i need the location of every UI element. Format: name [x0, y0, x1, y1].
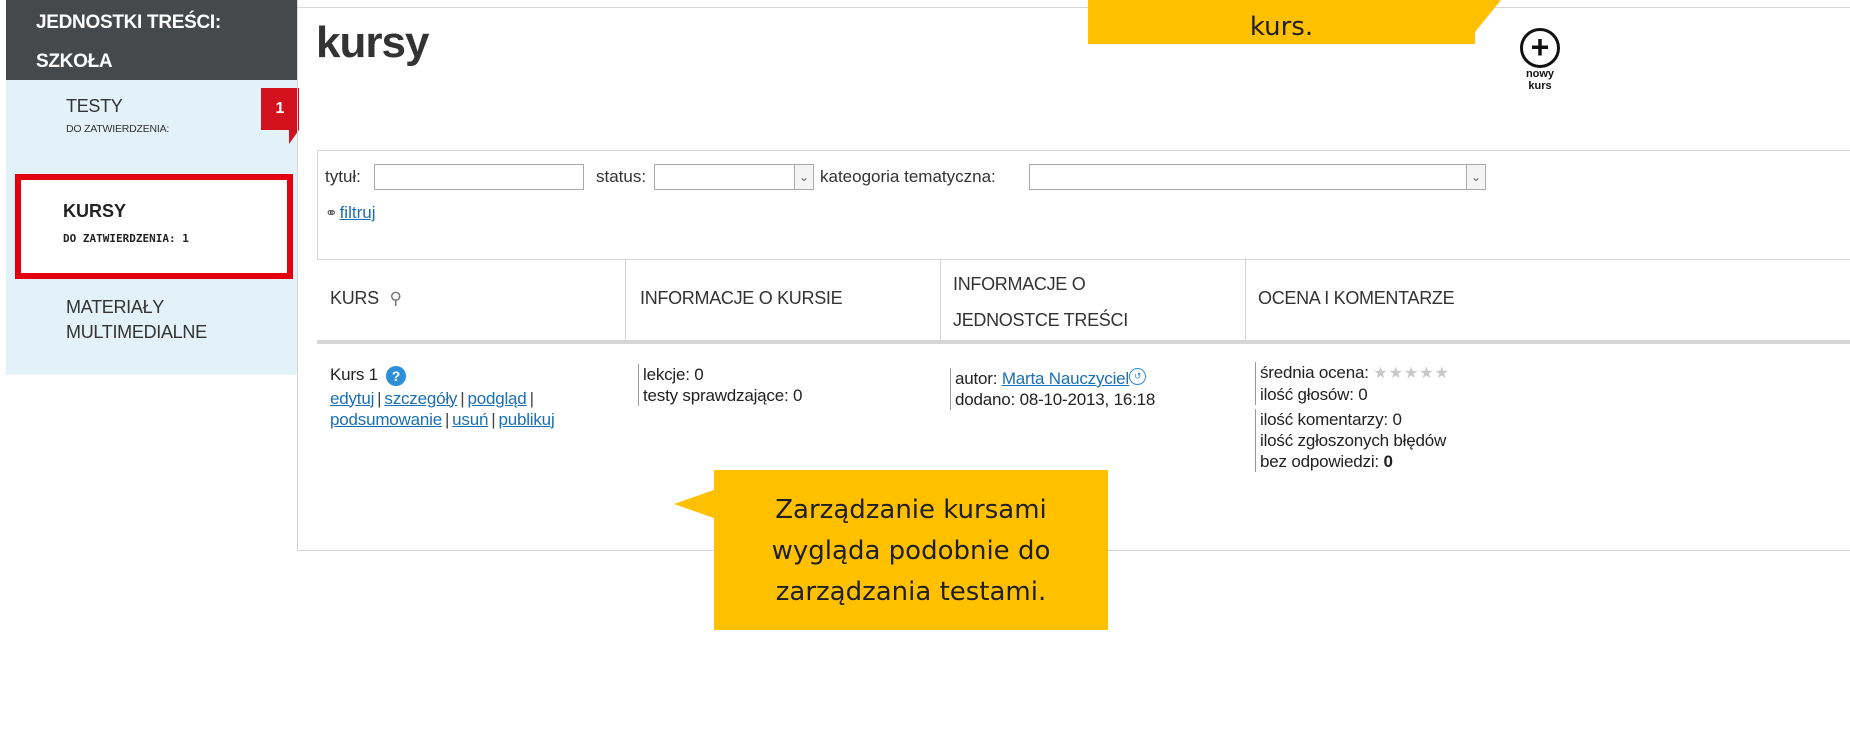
course-name: Kurs 1 [330, 365, 378, 384]
details-link[interactable]: szczegóły [384, 389, 457, 408]
errors-line1: ilość zgłoszonych błędów [1260, 431, 1447, 450]
sidebar-header-line1: JEDNOSTKI TREŚCI: [36, 12, 221, 33]
filter-action: ⚭ filtruj [325, 203, 375, 223]
sidebar-header-line2: SZKOŁA [36, 51, 113, 72]
title-filter-input[interactable] [374, 164, 584, 190]
chevron-down-icon: ⌄ [794, 165, 813, 189]
new-course-label-line2: kurs [1528, 80, 1552, 92]
sidebar-item-materialy-line1: MATERIAŁY [66, 297, 164, 317]
sidebar-item-materialy[interactable]: MATERIAŁY MULTIMEDIALNE [66, 295, 207, 345]
sidebar-item-kursy-label: KURSY [63, 201, 127, 221]
column-divider [625, 258, 626, 340]
course-info-header: INFORMACJE O KURSIE [640, 288, 843, 308]
tests-count: testy sprawdzające: 0 [643, 386, 803, 405]
sidebar-item-testy-label: TESTY [66, 96, 123, 116]
course-column-header: KURS ⚲ [330, 288, 402, 309]
delete-link[interactable]: usuń [452, 410, 488, 429]
status-filter-label: status: [596, 167, 647, 186]
comments-count: ilość komentarzy: 0 [1260, 410, 1402, 429]
unit-info-header-line2: JEDNOSTCE TREŚCI [953, 310, 1128, 330]
sidebar-header: JEDNOSTKI TREŚCI: SZKOŁA [6, 0, 298, 80]
status-filter-select[interactable]: ⌄ [654, 164, 814, 190]
title-filter-label: tytuł: [325, 167, 361, 186]
preview-link[interactable]: podgląd [467, 389, 526, 408]
votes-count: ilość głosów: 0 [1260, 385, 1368, 404]
added-date: dodano: 08-10-2013, 16:18 [955, 390, 1156, 409]
top-divider [298, 7, 1850, 8]
category-filter-select[interactable]: ⌄ [1029, 164, 1486, 190]
search-icon: ⚭ [325, 205, 338, 222]
bottom-callout-line3: zarządzania testami. [775, 577, 1047, 607]
publish-link[interactable]: publikuj [498, 410, 554, 429]
sidebar-item-kursy[interactable]: KURSY DO ZATWIERDZENIA: 1 [15, 174, 293, 279]
bottom-callout: Zarządzanie kursami wygląda podobnie do … [714, 470, 1108, 630]
column-divider [940, 258, 941, 340]
sidebar-item-materialy-line2: MULTIMEDIALNE [66, 322, 207, 342]
errors-line2-label: bez odpowiedzi: [1260, 452, 1379, 471]
rating-header: OCENA I KOMENTARZE [1258, 288, 1455, 308]
plus-icon: + [1520, 28, 1560, 68]
message-icon[interactable]: ↺ [1129, 368, 1146, 385]
sidebar: JEDNOSTKI TREŚCI: SZKOŁA TESTY DO ZATWIE… [6, 0, 299, 375]
filter-panel: tytuł: status: ⌄ kateogoria tematyczna: … [317, 150, 1850, 260]
help-icon[interactable]: ? [385, 365, 406, 386]
course-info-cell: lekcje: 0 testy sprawdzające: 0 [638, 364, 802, 406]
top-callout-text: kurs. [1249, 12, 1314, 42]
star-rating-icon: ★★★★★ [1373, 365, 1450, 382]
filter-link[interactable]: filtruj [340, 203, 376, 222]
sidebar-item-testy-sub: DO ZATWIERDZENIA: [66, 123, 170, 135]
unit-info-header: INFORMACJE O JEDNOSTCE TREŚCI [953, 266, 1128, 338]
lessons-count: lekcje: 0 [643, 365, 704, 384]
bottom-callout-line2: wygląda podobnie do [771, 536, 1051, 566]
top-callout-pointer [1475, 0, 1501, 32]
table-header-divider [317, 340, 1850, 344]
author-label: autor: [955, 369, 998, 388]
summary-link[interactable]: podsumowanie [330, 410, 442, 429]
bottom-callout-line1: Zarządzanie kursami [775, 495, 1047, 525]
course-header-label: KURS [330, 288, 379, 308]
category-filter-label: kateogoria tematyczna: [820, 167, 996, 186]
new-course-label-line1: nowy [1525, 68, 1555, 80]
unit-info-cell: autor: Marta Nauczyciel ↺ dodano: 08-10-2… [950, 368, 1155, 410]
rating-cell: średnia ocena: ★★★★★ ilość głosów: 0 ilo… [1255, 362, 1450, 472]
unit-info-header-line1: INFORMACJE O [953, 274, 1086, 294]
page-title: kursy [316, 18, 429, 67]
new-course-button[interactable]: + nowy kurs [1510, 28, 1570, 92]
top-callout: kurs. [1088, 0, 1475, 44]
table-row: Kurs 1? edytuj | szczegóły | podgląd | podsum… [330, 365, 555, 429]
sidebar-item-testy[interactable]: TESTY DO ZATWIERDZENIA: [66, 96, 169, 135]
chevron-down-icon: ⌄ [1466, 165, 1485, 189]
errors-count: 0 [1383, 452, 1393, 471]
avg-rating-label: średnia ocena: [1260, 363, 1369, 382]
search-icon[interactable]: ⚲ [390, 289, 402, 308]
edit-link[interactable]: edytuj [330, 389, 374, 408]
main-content: kursy tytuł: status: ⌄ kateogoria tematy… [297, 0, 1850, 551]
bottom-callout-pointer [674, 490, 714, 518]
pending-count-badge: 1 [261, 88, 299, 130]
column-divider [1245, 258, 1246, 340]
sidebar-item-kursy-sub: DO ZATWIERDZENIA: 1 [63, 232, 189, 245]
author-link[interactable]: Marta Nauczyciel [1002, 369, 1129, 388]
